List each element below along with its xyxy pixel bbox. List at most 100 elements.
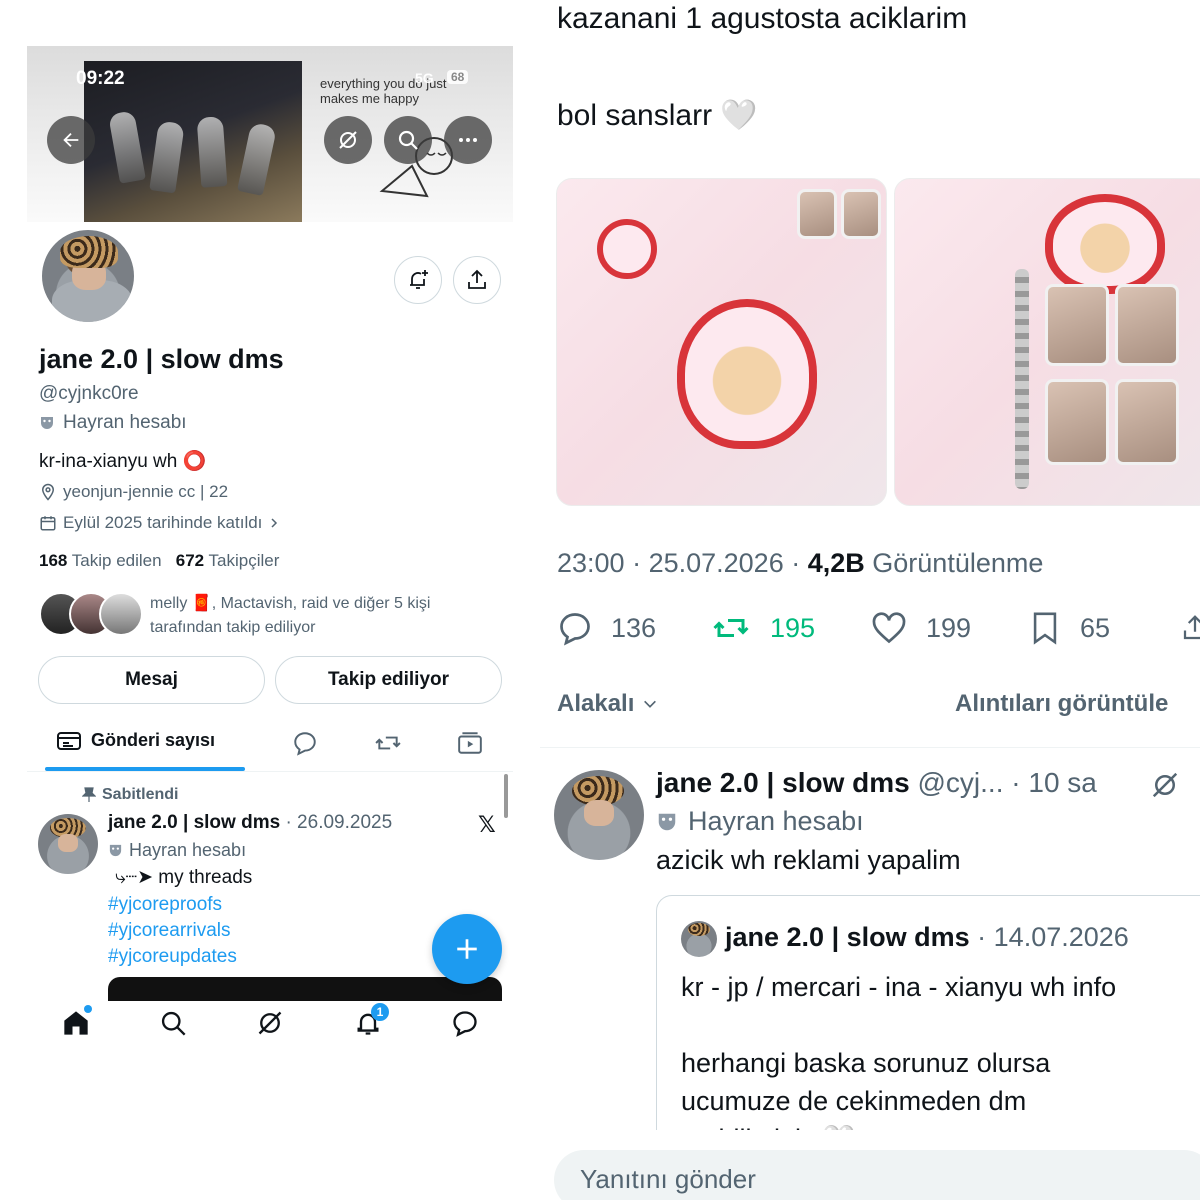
grok-explain-button[interactable]	[1150, 770, 1180, 800]
x-logo-icon: 𝕏	[478, 812, 496, 837]
search-icon	[161, 1011, 186, 1036]
tweet-text-line2: bol sanslarr 🤍	[557, 99, 758, 132]
share-icon	[1183, 615, 1200, 640]
fan-badge-label: Hayran hesabı	[63, 412, 187, 433]
following-button[interactable]: Takip ediliyor	[275, 656, 502, 704]
profile-avatar[interactable]	[38, 226, 138, 326]
location-text: yeonjun-jennie cc | 22	[63, 482, 229, 501]
joined-text: Eylül 2025 tarihinde katıldı	[63, 513, 263, 532]
followed-by-line1: melly 🧧, Mactavish, raid ve diğer 5 kişi	[150, 595, 431, 612]
tweet-text-line1: kazanani 1 agustosta aciklarim	[557, 2, 968, 35]
post-media-preview[interactable]	[108, 977, 502, 1001]
back-button[interactable]	[47, 116, 95, 164]
reply-author-name[interactable]: jane 2.0 | slow dms	[656, 767, 910, 798]
reply-input[interactable]: Yanıtını gönder	[554, 1150, 1200, 1200]
nav-home[interactable]	[62, 1005, 92, 1037]
post-badge: Hayran hesabı	[108, 840, 246, 861]
more-dots-icon	[459, 138, 477, 142]
tab-media[interactable]	[457, 730, 483, 756]
pinned-label: Sabitlendi	[82, 786, 178, 804]
retweet-stat[interactable]: 195	[710, 610, 815, 646]
location-pin-icon	[41, 483, 55, 501]
bookmark-stat[interactable]: 65	[1028, 610, 1110, 646]
view-quotes-link[interactable]: Alıntıları görüntüle	[955, 690, 1168, 718]
views-count: 4,2B	[807, 548, 865, 578]
tweet-image-2[interactable]	[894, 178, 1200, 506]
mask-icon	[109, 844, 122, 857]
repost-icon	[375, 736, 401, 750]
nav-notifications[interactable]: 1	[354, 1003, 389, 1037]
grok-button[interactable]	[324, 116, 372, 164]
profile-banner: everything you do just makes me happy 09…	[27, 46, 513, 222]
scrollbar[interactable]	[504, 774, 508, 818]
fan-badge: Hayran hesabı	[39, 412, 187, 434]
share-button[interactable]	[453, 256, 501, 304]
tab-reposts[interactable]	[374, 730, 402, 756]
followers-count[interactable]: 672	[176, 551, 204, 570]
hashtag-link[interactable]: #yjcoreupdates	[108, 944, 237, 970]
followed-by-line2: tarafından takip ediliyor	[150, 619, 316, 636]
hashtag-link[interactable]: #yjcorearrivals	[108, 918, 237, 944]
search-button[interactable]	[384, 116, 432, 164]
pin-icon	[82, 787, 96, 802]
profile-bio: kr-ina-xianyu wh ⭕	[39, 451, 207, 472]
quote-avatar	[681, 921, 717, 957]
followers-label[interactable]: Takipçiler	[209, 551, 280, 570]
post-author-name[interactable]: jane 2.0 | slow dms	[108, 812, 280, 833]
bell-plus-icon	[410, 270, 428, 289]
grok-icon	[339, 131, 357, 149]
reply-stat[interactable]: 136	[557, 610, 656, 646]
share-tweet-button[interactable]	[1180, 610, 1200, 646]
hashtag-link[interactable]: #yjcoreproofs	[108, 892, 237, 918]
post-avatar[interactable]	[38, 814, 98, 874]
bookmark-icon	[1033, 612, 1057, 645]
status-time: 09:22	[76, 68, 125, 89]
tweet-date: 25.07.2026	[648, 548, 784, 578]
notify-button[interactable]	[394, 256, 442, 304]
calendar-icon	[40, 516, 56, 531]
quote-line: kr - jp / mercari - ina - xianyu wh info	[681, 972, 1117, 1002]
quote-date: · 14.07.2026	[977, 922, 1129, 952]
following-label[interactable]: Takip edilen	[72, 551, 162, 570]
quote-text: kr - jp / mercari - ina - xianyu wh info…	[681, 968, 1117, 1154]
reply-count: 136	[611, 612, 657, 643]
grok-icon	[258, 1011, 282, 1035]
like-stat[interactable]: 199	[870, 610, 971, 646]
arrow-left-icon	[63, 132, 79, 148]
compose-button[interactable]	[432, 914, 502, 984]
sort-relevant-dropdown[interactable]: Alakalı	[557, 690, 658, 718]
more-button[interactable]	[444, 116, 492, 164]
reply-badge-label: Hayran hesabı	[688, 806, 864, 836]
bookmark-count: 65	[1080, 612, 1111, 643]
reply-badge: Hayran hesabı	[656, 806, 864, 837]
views-label: Görüntülenme	[872, 548, 1044, 578]
tweet-image-1[interactable]	[556, 178, 887, 506]
chevron-down-icon	[644, 700, 657, 708]
profile-joined[interactable]: Eylül 2025 tarihinde katıldı	[39, 513, 280, 533]
home-icon	[64, 1011, 88, 1035]
quote-author-name: jane 2.0 | slow dms	[725, 922, 970, 952]
tab-replies[interactable]	[292, 730, 318, 756]
tab-posts[interactable]: Gönderi sayısı	[57, 730, 215, 751]
message-button[interactable]: Mesaj	[38, 656, 265, 704]
nav-search[interactable]	[159, 1009, 187, 1037]
nav-messages[interactable]	[451, 1009, 479, 1037]
chat-bubble-icon	[453, 1011, 477, 1037]
reply-avatar[interactable]	[554, 770, 644, 860]
quoted-tweet[interactable]: jane 2.0 | slow dms · 14.07.2026 kr - jp…	[656, 895, 1200, 1155]
nav-grok[interactable]	[256, 1009, 284, 1037]
posts-tab-icon	[57, 731, 81, 750]
retweet-count: 195	[770, 612, 816, 643]
profile-location: yeonjun-jennie cc | 22	[39, 482, 228, 502]
tweet-meta: 23:00 · 25.07.2026 · 4,2B Görüntülenme	[557, 548, 1044, 578]
like-count: 199	[926, 612, 972, 643]
profile-screen: everything you do just makes me happy 09…	[27, 46, 513, 1200]
post-hashtags: #yjcoreproofs #yjcorearrivals #yjcoreupd…	[108, 892, 237, 970]
post-header: jane 2.0 | slow dms · 26.09.2025	[108, 812, 392, 834]
reply-header: jane 2.0 | slow dms @cyj... · 10 sa	[656, 767, 1097, 799]
following-count[interactable]: 168	[39, 551, 67, 570]
grok-icon	[1152, 772, 1178, 798]
post-text: ⤷┈➤ my threads	[115, 867, 253, 888]
tweet-detail-screen: kazanani 1 agustosta aciklarim bol sansl…	[540, 0, 1200, 1200]
follower-avatars[interactable]	[39, 592, 143, 636]
